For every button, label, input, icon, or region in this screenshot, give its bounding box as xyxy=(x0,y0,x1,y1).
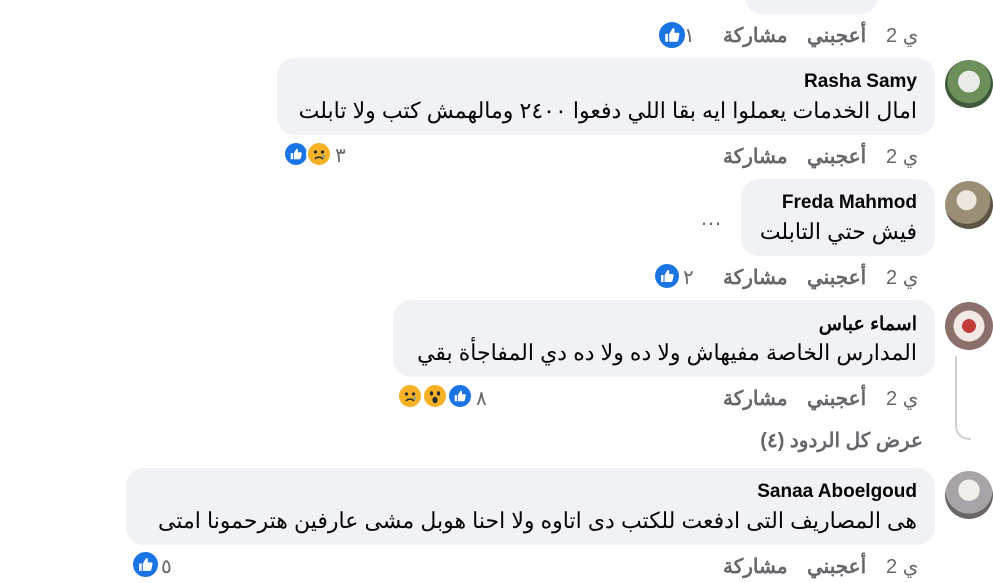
like-button[interactable]: أعجبني xyxy=(807,265,866,290)
like-reaction-icon xyxy=(653,262,681,290)
comment-time[interactable]: 2 ي xyxy=(886,144,918,169)
like-button[interactable]: أعجبني xyxy=(807,144,866,169)
like-reaction-icon xyxy=(657,20,687,50)
commenter-name[interactable]: Freda Mahmod xyxy=(782,192,917,214)
view-all-replies-link[interactable]: عرض كل الردود (٤) xyxy=(760,428,923,453)
like-reaction-icon xyxy=(131,550,160,579)
reaction-count[interactable]: ٣ xyxy=(335,143,346,168)
like-reaction-icon xyxy=(447,383,473,409)
avatar[interactable] xyxy=(945,302,993,350)
reaction-count[interactable]: ٨ xyxy=(476,386,487,411)
sad-reaction-icon xyxy=(397,383,423,409)
reply-thread-line xyxy=(955,356,971,440)
previous-comment-bubble xyxy=(745,0,878,14)
like-button[interactable]: أعجبني xyxy=(807,23,866,48)
commenter-name[interactable]: Rasha Samy xyxy=(804,71,917,93)
comment-text: هى المصاريف التى ادفعت للكتب دى اتاوه ول… xyxy=(158,508,917,533)
share-button[interactable]: مشاركة xyxy=(723,554,788,579)
reaction-count[interactable]: ٢ xyxy=(683,265,694,290)
comment-bubble: اسماء عباس المدارس الخاصة مفيهاش ولا ده … xyxy=(393,300,935,377)
share-button[interactable]: مشاركة xyxy=(723,144,788,169)
wow-reaction-icon xyxy=(422,383,448,409)
avatar[interactable] xyxy=(945,60,993,108)
more-options-icon[interactable]: … xyxy=(700,205,722,231)
avatar[interactable] xyxy=(945,181,993,229)
comment-time[interactable]: 2 ي xyxy=(886,386,918,411)
comment-text: فيش حتي التابلت xyxy=(759,219,917,244)
like-button[interactable]: أعجبني xyxy=(807,386,866,411)
comment-time[interactable]: 2 ي xyxy=(886,23,918,48)
comment-text: امال الخدمات يعملوا ايه بقا اللي دفعوا ٢… xyxy=(298,98,917,123)
comment-bubble: Sanaa Aboelgoud هى المصاريف التى ادفعت ل… xyxy=(126,468,935,545)
like-button[interactable]: أعجبني xyxy=(807,554,866,579)
reaction-count[interactable]: ٥ xyxy=(161,554,172,579)
comment-bubble: Rasha Samy امال الخدمات يعملوا ايه بقا ا… xyxy=(277,58,935,135)
comment-time[interactable]: 2 ي xyxy=(886,554,918,579)
comment-text: المدارس الخاصة مفيهاش ولا ده ولا ده دي ا… xyxy=(417,340,917,365)
comment-time[interactable]: 2 ي xyxy=(886,265,918,290)
comment-bubble: Freda Mahmod فيش حتي التابلت xyxy=(741,179,935,256)
share-button[interactable]: مشاركة xyxy=(723,265,788,290)
avatar[interactable] xyxy=(945,471,993,519)
commenter-name[interactable]: Sanaa Aboelgoud xyxy=(757,481,917,503)
share-button[interactable]: مشاركة xyxy=(723,386,788,411)
sad-reaction-icon xyxy=(306,141,332,167)
share-button[interactable]: مشاركة xyxy=(723,23,788,48)
commenter-name[interactable]: اسماء عباس xyxy=(819,313,917,336)
